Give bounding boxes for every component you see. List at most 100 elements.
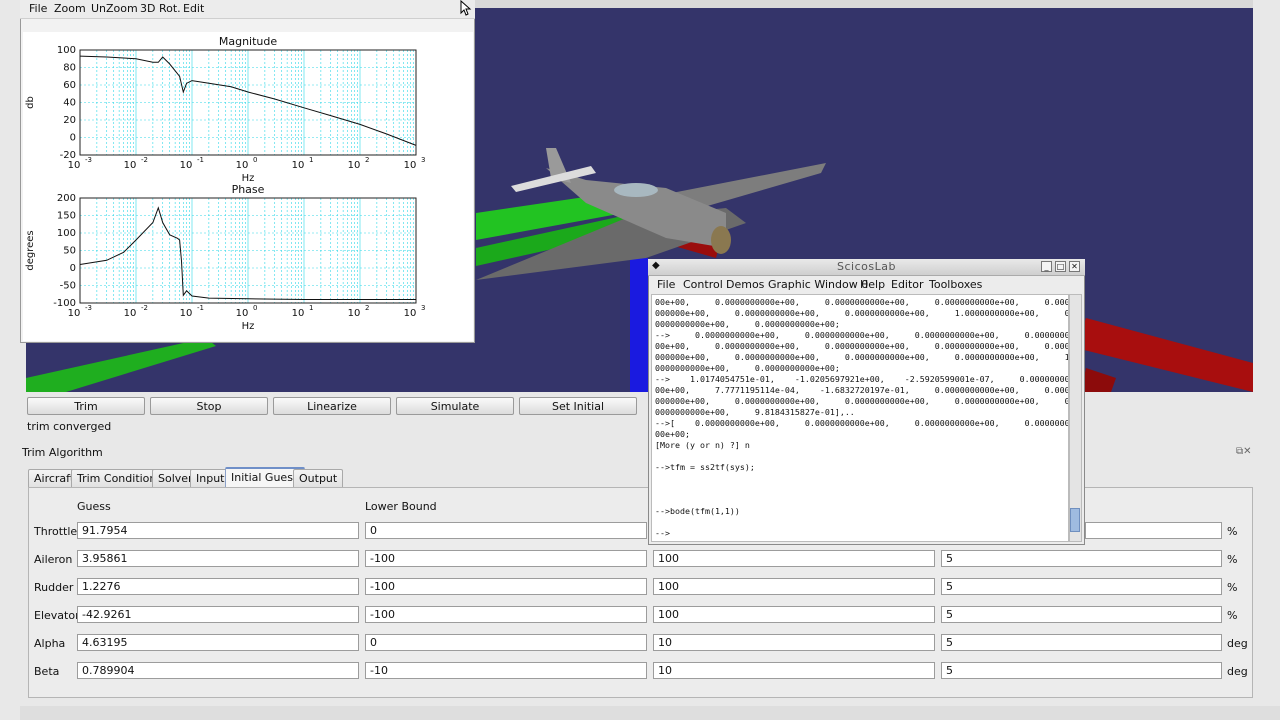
console-output[interactable]: 00e+00, 0.0000000000e+00, 0.0000000000e+… [651,294,1069,542]
x-tick-label: 10 [348,160,361,171]
x-tick-exponent: -1 [197,304,204,312]
right-margin [1253,0,1280,400]
minimize-icon[interactable]: _ [1041,261,1052,272]
menu-demos[interactable]: Demos [726,278,764,291]
y-tick-label: -50 [60,281,76,292]
upper-bound-input[interactable]: 100 [653,606,935,623]
lower-bound-input[interactable]: -10 [365,662,647,679]
step-input[interactable] [1085,522,1222,539]
console-scrollbar[interactable] [1069,294,1082,542]
bottom-bar [20,706,1280,720]
unit-label: % [1227,553,1238,566]
column-header-lower-bound: Lower Bound [365,500,437,513]
guess-input[interactable]: 0.789904 [77,662,359,679]
step-input[interactable]: 5 [941,550,1222,567]
lower-bound-input[interactable]: 0 [365,634,647,651]
x-tick-label: 10 [292,308,305,319]
menu-editor[interactable]: Editor [891,278,924,291]
row-label: Alpha [34,637,66,650]
menu-edit[interactable]: Edit [183,2,204,15]
menu-toolboxes[interactable]: Toolboxes [929,278,982,291]
console-scrollbar-thumb[interactable] [1070,508,1080,532]
lower-bound-input[interactable]: -100 [365,606,647,623]
x-tick-label: 10 [180,160,193,171]
console-titlebar[interactable]: ◆ ScicosLab _ □ ✕ [648,259,1085,276]
panel-controls: ⧉✕ [1236,446,1252,457]
x-tick-exponent: -1 [197,156,204,164]
console-menubar: File Control Demos Graphic Window 0 Help… [649,276,1084,294]
row-label: Elevator [34,609,80,622]
lower-bound-input[interactable]: 0 [365,522,647,539]
x-tick-exponent: -3 [85,304,92,312]
aircraft-spinner [711,226,731,254]
x-tick-exponent: 2 [365,156,369,164]
step-input[interactable]: 5 [941,606,1222,623]
upper-bound-input[interactable]: 100 [653,550,935,567]
simulate-button[interactable]: Simulate [396,397,514,415]
y-tick-label: 40 [63,98,76,109]
menu-file[interactable]: File [29,2,47,15]
mouse-cursor-icon [460,0,472,16]
x-tick-exponent: 0 [253,156,257,164]
console-text: 00e+00, 0.0000000000e+00, 0.0000000000e+… [655,297,1069,538]
menu-unzoom[interactable]: UnZoom [91,2,138,15]
lower-bound-input[interactable]: -100 [365,550,647,567]
upper-bound-input[interactable]: 10 [653,634,935,651]
row-label: Beta [34,665,60,678]
guess-input[interactable]: 1.2276 [77,578,359,595]
unit-label: % [1227,609,1238,622]
x-tick-exponent: 1 [309,304,313,312]
console-title: ScicosLab [837,260,896,273]
tab-output[interactable]: Output [293,469,344,488]
graphic-window-menubar: File Zoom UnZoom 3D Rot. Edit [20,0,475,19]
x-tick-exponent: 1 [309,156,313,164]
menu-3d-rot[interactable]: 3D Rot. [140,2,181,15]
x-tick-exponent: 2 [365,304,369,312]
trim-button[interactable]: Trim [27,397,145,415]
menu-file[interactable]: File [657,278,675,291]
y-tick-label: 200 [57,193,76,204]
y-tick-label: 100 [57,228,76,239]
menu-graphic-window[interactable]: Graphic Window 0 [768,278,868,291]
x-tick-exponent: -3 [85,156,92,164]
menu-help[interactable]: Help [860,278,885,291]
lower-bound-input[interactable]: -100 [365,578,647,595]
step-input[interactable]: 5 [941,578,1222,595]
guess-input[interactable]: 91.7954 [77,522,359,539]
y-axis-label: db [25,96,36,109]
x-tick-label: 10 [292,160,305,171]
stop-button[interactable]: Stop [150,397,268,415]
panel-title: Trim Algorithm [22,446,103,459]
set-initial-button[interactable]: Set Initial [519,397,637,415]
linearize-button[interactable]: Linearize [273,397,391,415]
aircraft-canopy [614,183,658,197]
x-tick-label: 10 [68,160,81,171]
menu-zoom[interactable]: Zoom [54,2,86,15]
guess-input[interactable]: 3.95861 [77,550,359,567]
x-tick-label: 10 [236,308,249,319]
upper-bound-input[interactable]: 10 [653,662,935,679]
step-input[interactable]: 5 [941,634,1222,651]
step-input[interactable]: 5 [941,662,1222,679]
y-tick-label: 100 [57,45,76,56]
x-tick-label: 10 [404,308,417,319]
close-icon[interactable]: ✕ [1243,446,1251,457]
menu-control[interactable]: Control [683,278,723,291]
y-tick-label: 80 [63,63,76,74]
column-header-guess: Guess [77,500,111,513]
upper-bound-input[interactable]: 100 [653,578,935,595]
plot-title: Magnitude [219,35,278,48]
maximize-icon[interactable]: □ [1055,261,1066,272]
bode-plot-canvas[interactable]: 100 80 60 40 20 0 -20 10 -3 10 -2 10 -1 10 0 10 1 10 2 10 3 M… [23,32,473,341]
guess-input[interactable]: -42.9261 [77,606,359,623]
y-tick-label: 20 [63,115,76,126]
plot-title: Phase [232,183,265,196]
close-icon[interactable]: ✕ [1069,261,1080,272]
x-axis-label: Hz [242,321,255,332]
unit-label: deg [1227,637,1248,650]
guess-input[interactable]: 4.63195 [77,634,359,651]
row-label: Rudder [34,581,74,594]
green-tube-bottom [26,338,216,392]
x-tick-exponent: 3 [421,156,425,164]
y-tick-label: 0 [70,263,76,274]
